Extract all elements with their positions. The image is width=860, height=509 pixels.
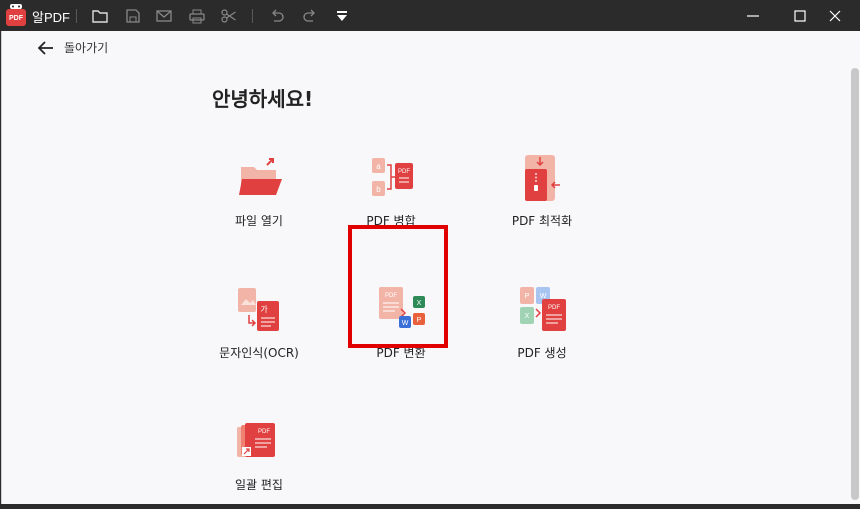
open-file-button[interactable]: 파일 열기 [209, 155, 309, 245]
create-pdf-icon: P W X PDF [520, 287, 566, 331]
merge-pdf-icon: a b PDF [372, 158, 413, 196]
toolbar-divider [252, 9, 253, 23]
optimize-pdf-button[interactable]: PDF 최적화 [492, 155, 592, 245]
undo-icon[interactable] [267, 6, 287, 26]
greeting-heading: 안녕하세요! [212, 87, 314, 111]
svg-text:P: P [525, 293, 530, 300]
redo-icon[interactable] [300, 6, 320, 26]
svg-text:가: 가 [260, 305, 268, 314]
open-file-label: 파일 열기 [235, 214, 283, 228]
ocr-icon: 가 [238, 288, 279, 331]
back-label: 돌아가기 [64, 41, 109, 55]
create-pdf-button[interactable]: P W X PDF PDF 생성 [492, 287, 592, 377]
batch-edit-label: 일괄 편집 [235, 478, 283, 492]
batch-edit-icon: PDF [237, 423, 275, 457]
back-button[interactable]: 돌아가기 [38, 39, 108, 56]
create-pdf-label: PDF 생성 [517, 346, 567, 360]
svg-text:PDF: PDF [258, 429, 270, 435]
maximize-icon[interactable] [788, 4, 812, 28]
print-icon[interactable] [187, 6, 207, 26]
app-title: 알PDF [32, 10, 70, 25]
mail-icon[interactable] [154, 6, 174, 26]
back-arrow-icon [38, 40, 53, 55]
svg-text:b: b [376, 185, 381, 194]
svg-text:PDF: PDF [398, 169, 410, 175]
scissors-icon[interactable] [219, 6, 239, 26]
svg-text:W: W [540, 293, 547, 300]
svg-text:PDF: PDF [548, 305, 560, 311]
batch-edit-button[interactable]: PDF 일괄 편집 [209, 419, 309, 509]
close-icon[interactable] [823, 4, 847, 28]
title-bar: PDF 알PDF [0, 0, 860, 31]
toolbar-divider [76, 9, 77, 23]
minimize-icon[interactable] [741, 4, 765, 28]
optimize-pdf-icon [525, 155, 560, 201]
ocr-label: 문자인식(OCR) [219, 346, 299, 360]
folder-icon[interactable] [90, 6, 110, 26]
open-file-icon [239, 158, 282, 195]
svg-text:X: X [525, 313, 530, 320]
ocr-button[interactable]: 가 문자인식(OCR) [209, 287, 309, 377]
optimize-pdf-label: PDF 최적화 [511, 214, 573, 228]
save-icon[interactable] [123, 6, 143, 26]
convert-pdf-highlight-box [348, 225, 448, 348]
svg-text:PDF: PDF [9, 15, 24, 22]
dropdown-arrow-icon[interactable] [332, 6, 352, 26]
svg-text:a: a [376, 162, 381, 171]
app-logo-icon: PDF [6, 4, 26, 26]
vertical-scrollbar[interactable] [851, 68, 859, 500]
